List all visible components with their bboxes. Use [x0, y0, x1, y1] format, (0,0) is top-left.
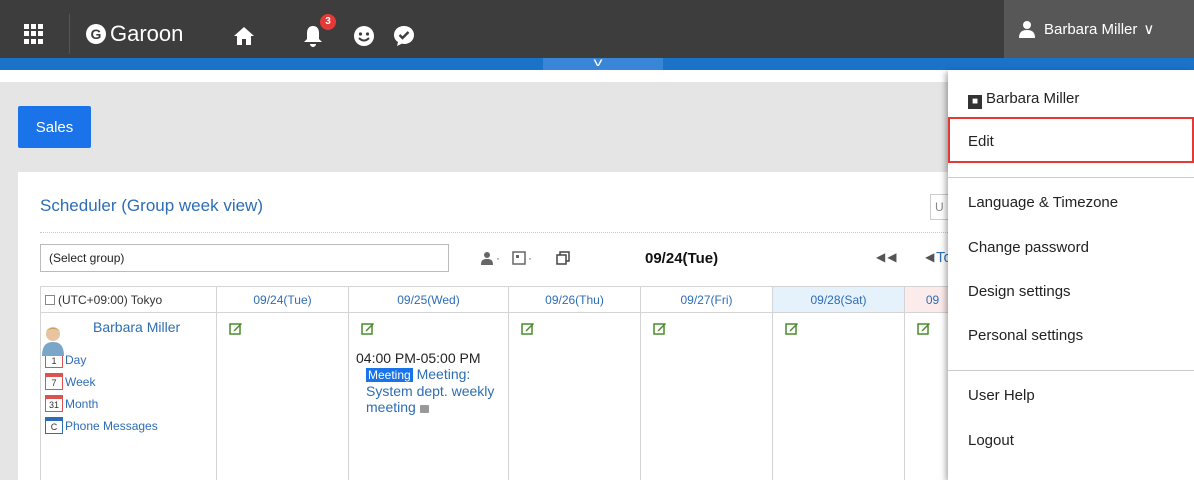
portlet-title[interactable]: Scheduler (Group week view): [40, 196, 263, 216]
presence-smiley-icon[interactable]: [352, 24, 376, 48]
dropdown-user-profile[interactable]: ■ Barbara Miller: [968, 90, 1079, 109]
facility-select-icon[interactable]: ·: [512, 250, 532, 266]
menu-item-language-timezone[interactable]: Language & Timezone: [968, 194, 1118, 211]
logo-mark: G: [86, 24, 106, 44]
divider: [69, 14, 70, 54]
user-link-label: Month: [65, 396, 99, 411]
favorites-check-icon[interactable]: [392, 24, 416, 48]
day-cell[interactable]: 04:00 PM-05:00 PM Meeting Meeting: Syste…: [348, 312, 509, 480]
divider: [948, 177, 1194, 178]
user-select-icon[interactable]: ·: [480, 250, 500, 266]
calendar-week-icon: 7: [45, 373, 63, 390]
table-header-row: (UTC+09:00) Tokyo 09/24(Tue) 09/25(Wed) …: [40, 286, 961, 313]
event-tag: Meeting: [366, 368, 413, 382]
menu-item-personal-settings[interactable]: Personal settings: [968, 327, 1083, 344]
current-date: 09/24(Tue): [645, 250, 719, 267]
user-link-label: Phone Messages: [65, 418, 158, 433]
header-user-name: Barbara Miller: [1044, 20, 1138, 38]
user-link-day[interactable]: 1 Day: [45, 351, 216, 368]
day-cell[interactable]: [772, 312, 905, 480]
day-header-saturday[interactable]: 09/28(Sat): [772, 286, 905, 313]
menu-item-user-help[interactable]: User Help: [968, 387, 1035, 404]
add-event-icon[interactable]: [229, 321, 243, 335]
event-time: 04:00 PM-05:00 PM: [356, 350, 481, 366]
lock-icon: [419, 405, 429, 413]
user-link-phone-messages[interactable]: C Phone Messages: [45, 417, 216, 434]
copy-icon[interactable]: [556, 250, 570, 266]
person-card-icon: ■: [968, 95, 982, 109]
divider: [40, 232, 960, 233]
user-link-month[interactable]: 31 Month: [45, 395, 216, 412]
dropdown-user-name: Barbara Miller: [986, 90, 1080, 107]
timezone-header: (UTC+09:00) Tokyo: [40, 286, 217, 313]
user-name-link[interactable]: Barbara Miller: [93, 319, 216, 335]
tab-sales[interactable]: Sales: [18, 106, 91, 148]
timezone-label: (UTC+09:00) Tokyo: [58, 292, 163, 307]
day-header[interactable]: 09/25(Wed): [348, 286, 509, 313]
timezone-icon: [45, 294, 55, 305]
prev-week-icons[interactable]: ◀◀ ◀: [876, 250, 936, 264]
add-event-icon[interactable]: [917, 321, 931, 335]
day-cell[interactable]: [508, 312, 641, 480]
user-link-label: Day: [65, 352, 87, 367]
phone-message-icon: C: [45, 417, 63, 434]
user-cell: Barbara Miller 1 Day 7 Week 31 Month C Phone…: [40, 312, 217, 480]
garoon-logo[interactable]: G Garoon: [86, 18, 183, 50]
day-cell[interactable]: [216, 312, 349, 480]
chevron-down-small-icon: v: [593, 55, 603, 69]
day-header[interactable]: 09/24(Tue): [216, 286, 349, 313]
event-item[interactable]: 04:00 PM-05:00 PM Meeting Meeting: Syste…: [356, 350, 508, 415]
user-dropdown-menu: ■ Barbara Miller Edit Language & Timezone…: [948, 70, 1194, 480]
user-icon: [1019, 21, 1035, 38]
add-event-icon[interactable]: [521, 321, 535, 335]
menu-item-edit[interactable]: Edit: [968, 133, 994, 150]
add-event-icon[interactable]: [653, 321, 667, 335]
notification-badge: 3: [320, 14, 336, 30]
table-row: Barbara Miller 1 Day 7 Week 31 Month C Phone…: [40, 312, 961, 480]
avatar: [42, 327, 64, 356]
header-collapse-tab[interactable]: v: [543, 55, 663, 70]
day-header[interactable]: 09/26(Thu): [508, 286, 641, 313]
user-menu-toggle[interactable]: Barbara Miller ∨: [1004, 0, 1194, 58]
app-menu-icon[interactable]: [24, 24, 44, 44]
app-name: Garoon: [110, 21, 184, 46]
day-header[interactable]: 09/27(Fri): [640, 286, 773, 313]
chevron-down-icon: ∨: [1143, 21, 1155, 38]
add-event-icon[interactable]: [785, 321, 799, 335]
day-cell[interactable]: [640, 312, 773, 480]
calendar-month-icon: 31: [45, 395, 63, 412]
home-icon[interactable]: [232, 24, 256, 48]
add-event-icon[interactable]: [361, 321, 375, 335]
divider: [948, 370, 1194, 371]
menu-item-design-settings[interactable]: Design settings: [968, 283, 1071, 300]
menu-item-logout[interactable]: Logout: [968, 432, 1014, 449]
user-link-label: Week: [65, 374, 96, 389]
scheduler-toolbar: (Select group) · · 09/24(Tue) ◀◀ ◀ To: [40, 244, 970, 274]
menu-item-change-password[interactable]: Change password: [968, 239, 1089, 256]
top-bar: G Garoon 3 Barbara Miller ∨ v: [0, 0, 1194, 70]
group-select[interactable]: (Select group): [40, 244, 449, 272]
group-week-table: (UTC+09:00) Tokyo 09/24(Tue) 09/25(Wed) …: [40, 286, 961, 480]
user-link-week[interactable]: 7 Week: [45, 373, 216, 390]
